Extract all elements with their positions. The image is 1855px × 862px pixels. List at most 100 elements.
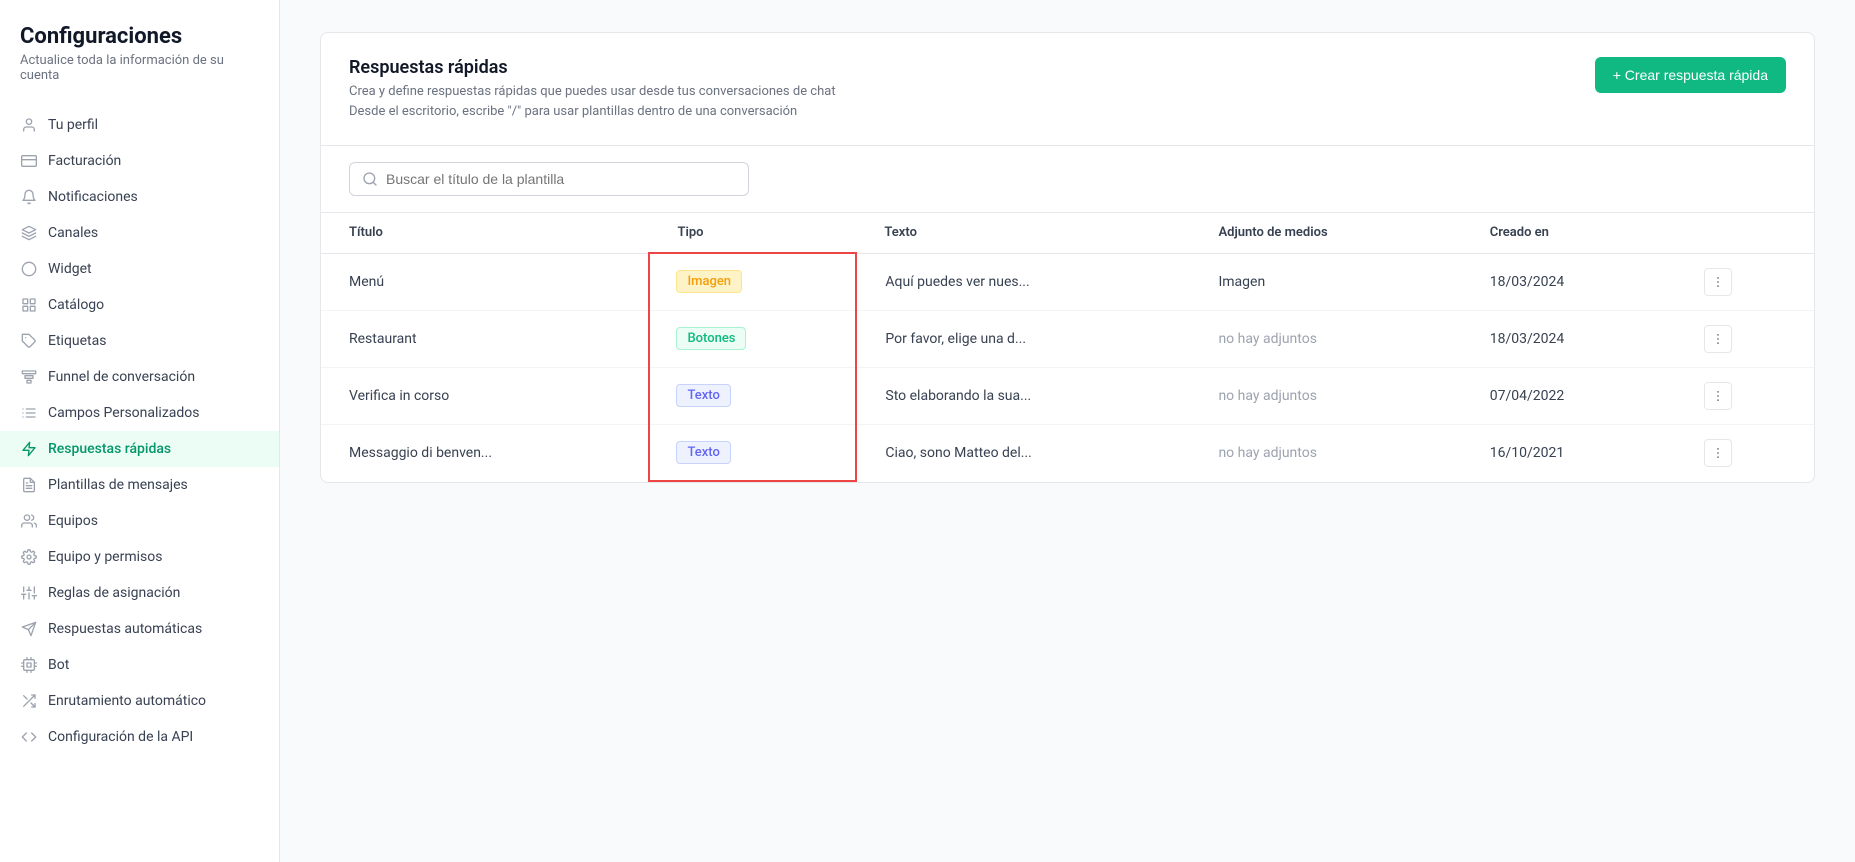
zap-icon — [20, 440, 38, 458]
sidebar-item-api[interactable]: Configuración de la API — [0, 719, 279, 755]
sidebar-item-funnel[interactable]: Funnel de conversación — [0, 359, 279, 395]
col-header-título: Título — [321, 213, 649, 253]
tag-icon — [20, 332, 38, 350]
sidebar-item-catalogo[interactable]: Catálogo — [0, 287, 279, 323]
cell-texto: Sto elaborando la sua... — [856, 367, 1190, 424]
cell-tipo: Texto — [649, 424, 856, 481]
sidebar-item-label: Respuestas automáticas — [48, 621, 202, 637]
sidebar-item-label: Tu perfil — [48, 117, 98, 133]
sidebar-item-reglas[interactable]: Reglas de asignación — [0, 575, 279, 611]
sidebar-item-etiquetas[interactable]: Etiquetas — [0, 323, 279, 359]
cell-creado: 18/03/2024 — [1462, 310, 1676, 367]
send-icon — [20, 620, 38, 638]
cell-actions — [1676, 310, 1814, 367]
settings-icon — [20, 548, 38, 566]
responses-table: TítuloTipoTextoAdjunto de mediosCreado e… — [321, 213, 1814, 482]
cell-actions — [1676, 253, 1814, 310]
sidebar-item-widget[interactable]: Widget — [0, 251, 279, 287]
list-icon — [20, 404, 38, 422]
cell-tipo: Botones — [649, 310, 856, 367]
content-card: Respuestas rápidas Crea y define respues… — [320, 32, 1815, 483]
type-badge: Texto — [676, 384, 730, 407]
sidebar-item-equipo-permisos[interactable]: Equipo y permisos — [0, 539, 279, 575]
table-row: Restaurant Botones Por favor, elige una d.… — [321, 310, 1814, 367]
col-header-adjunto-de-medios: Adjunto de medios — [1190, 213, 1461, 253]
cell-adjunto: no hay adjuntos — [1190, 424, 1461, 481]
card-title: Respuestas rápidas — [349, 57, 836, 78]
code-icon — [20, 728, 38, 746]
cell-titulo: Messaggio di benven... — [321, 424, 649, 481]
sidebar-item-label: Respuestas rápidas — [48, 441, 171, 457]
sidebar-item-label: Configuración de la API — [48, 729, 193, 745]
cell-texto: Ciao, sono Matteo del... — [856, 424, 1190, 481]
sidebar-item-facturacion[interactable]: Facturación — [0, 143, 279, 179]
sidebar-item-label: Notificaciones — [48, 189, 138, 205]
row-action-button[interactable] — [1704, 268, 1732, 296]
cpu-icon — [20, 656, 38, 674]
sidebar-item-bot[interactable]: Bot — [0, 647, 279, 683]
layers-icon — [20, 224, 38, 242]
sidebar-header: Configuraciones Actualice toda la inform… — [0, 24, 279, 107]
search-container — [321, 146, 1814, 213]
sidebar-item-label: Bot — [48, 657, 69, 673]
sidebar-item-respuestas-rapidas[interactable]: Respuestas rápidas — [0, 431, 279, 467]
table-row: Verifica in corso Texto Sto elaborando la … — [321, 367, 1814, 424]
cell-titulo: Restaurant — [321, 310, 649, 367]
row-action-button[interactable] — [1704, 382, 1732, 410]
cell-tipo: Imagen — [649, 253, 856, 310]
row-action-button[interactable] — [1704, 325, 1732, 353]
sidebar-item-enrutamiento[interactable]: Enrutamiento automático — [0, 683, 279, 719]
sidebar-item-perfil[interactable]: Tu perfil — [0, 107, 279, 143]
sidebar-item-label: Funnel de conversación — [48, 369, 195, 385]
sidebar-item-label: Plantillas de mensajes — [48, 477, 188, 493]
funnel-icon — [20, 368, 38, 386]
cell-actions — [1676, 367, 1814, 424]
credit-card-icon — [20, 152, 38, 170]
sidebar-item-label: Equipo y permisos — [48, 549, 162, 565]
sidebar-item-campos[interactable]: Campos Personalizados — [0, 395, 279, 431]
sidebar-item-notificaciones[interactable]: Notificaciones — [0, 179, 279, 215]
cell-creado: 16/10/2021 — [1462, 424, 1676, 481]
user-icon — [20, 116, 38, 134]
table-row: MenúImagenAquí puedes ver nues...Imagen1… — [321, 253, 1814, 310]
sidebar-item-label: Etiquetas — [48, 333, 106, 349]
cell-adjunto: Imagen — [1190, 253, 1461, 310]
card-header-text: Respuestas rápidas Crea y define respues… — [349, 57, 836, 121]
cell-adjunto: no hay adjuntos — [1190, 367, 1461, 424]
main-content: Respuestas rápidas Crea y define respues… — [280, 0, 1855, 862]
type-badge: Texto — [676, 441, 730, 464]
sidebar-item-label: Facturación — [48, 153, 121, 169]
sidebar-item-label: Reglas de asignación — [48, 585, 180, 601]
shuffle-icon — [20, 692, 38, 710]
cell-texto: Por favor, elige una d... — [856, 310, 1190, 367]
table-wrapper: TítuloTipoTextoAdjunto de mediosCreado e… — [321, 213, 1814, 482]
sidebar: Configuraciones Actualice toda la inform… — [0, 0, 280, 862]
card-description-1: Crea y define respuestas rápidas que pue… — [349, 82, 836, 121]
type-badge: Botones — [676, 327, 746, 350]
card-header: Respuestas rápidas Crea y define respues… — [321, 33, 1814, 146]
sidebar-item-respuestas-automaticas[interactable]: Respuestas automáticas — [0, 611, 279, 647]
cell-creado: 18/03/2024 — [1462, 253, 1676, 310]
sidebar-item-label: Enrutamiento automático — [48, 693, 206, 709]
table-head: TítuloTipoTextoAdjunto de mediosCreado e… — [321, 213, 1814, 253]
cell-adjunto: no hay adjuntos — [1190, 310, 1461, 367]
row-action-button[interactable] — [1704, 439, 1732, 467]
file-text-icon — [20, 476, 38, 494]
cell-tipo: Texto — [649, 367, 856, 424]
cell-titulo: Verifica in corso — [321, 367, 649, 424]
sidebar-item-label: Catálogo — [48, 297, 104, 313]
sidebar-item-canales[interactable]: Canales — [0, 215, 279, 251]
grid-icon — [20, 296, 38, 314]
sidebar-nav: Tu perfil Facturación Notificaciones Can… — [0, 107, 279, 755]
sidebar-item-plantillas[interactable]: Plantillas de mensajes — [0, 467, 279, 503]
cell-creado: 07/04/2022 — [1462, 367, 1676, 424]
search-box — [349, 162, 749, 196]
page-title: Configuraciones — [20, 24, 259, 49]
sidebar-item-label: Canales — [48, 225, 98, 241]
search-input[interactable] — [386, 171, 736, 187]
users-icon — [20, 512, 38, 530]
cell-texto: Aquí puedes ver nues... — [856, 253, 1190, 310]
sidebar-item-equipos[interactable]: Equipos — [0, 503, 279, 539]
cell-actions — [1676, 424, 1814, 481]
create-button[interactable]: + Crear respuesta rápida — [1595, 57, 1786, 93]
